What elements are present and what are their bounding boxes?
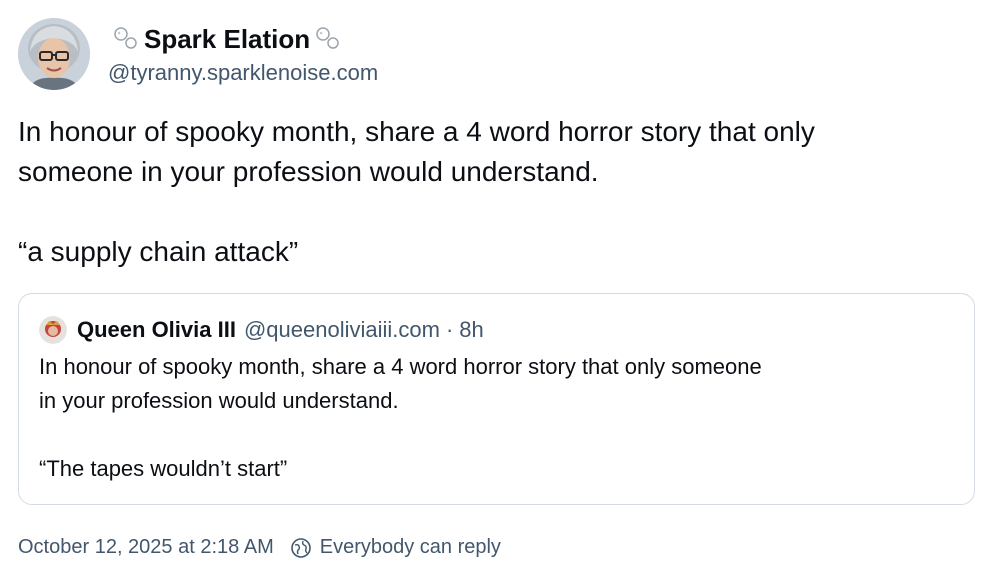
post: Spark Elation @tyranny.sparklenoise.com … [0, 0, 1000, 576]
quoted-author-name[interactable]: Queen Olivia III [77, 317, 236, 343]
post-footer: October 12, 2025 at 2:18 AM Everybody ca… [18, 536, 501, 559]
author-display-name[interactable]: Spark Elation [144, 24, 310, 55]
quoted-post-header: Queen Olivia III @queenoliviaiii.com · 8… [39, 316, 484, 344]
quoted-post-text: In honour of spooky month, share a 4 wor… [39, 354, 762, 481]
bubbles-icon [314, 25, 342, 53]
quoted-avatar-image [39, 316, 67, 344]
quoted-author-avatar[interactable] [39, 316, 67, 344]
avatar-image [18, 18, 90, 90]
bubbles-icon [112, 25, 140, 53]
reply-setting[interactable]: Everybody can reply [320, 536, 501, 559]
quoted-separator: · [445, 317, 454, 342]
author-block: Spark Elation @tyranny.sparklenoise.com [108, 22, 378, 86]
author-avatar[interactable] [18, 18, 90, 90]
globe-icon [290, 537, 312, 559]
post-text: In honour of spooky month, share a 4 wor… [18, 116, 815, 267]
quoted-author-handle[interactable]: @queenoliviaiii.com [244, 317, 440, 343]
author-handle[interactable]: @tyranny.sparklenoise.com [108, 60, 378, 86]
quoted-post-card[interactable]: Queen Olivia III @queenoliviaiii.com · 8… [18, 293, 975, 505]
display-name-row[interactable]: Spark Elation [108, 22, 378, 56]
quoted-post-age[interactable]: 8h [459, 317, 483, 343]
post-timestamp[interactable]: October 12, 2025 at 2:18 AM [18, 536, 274, 559]
